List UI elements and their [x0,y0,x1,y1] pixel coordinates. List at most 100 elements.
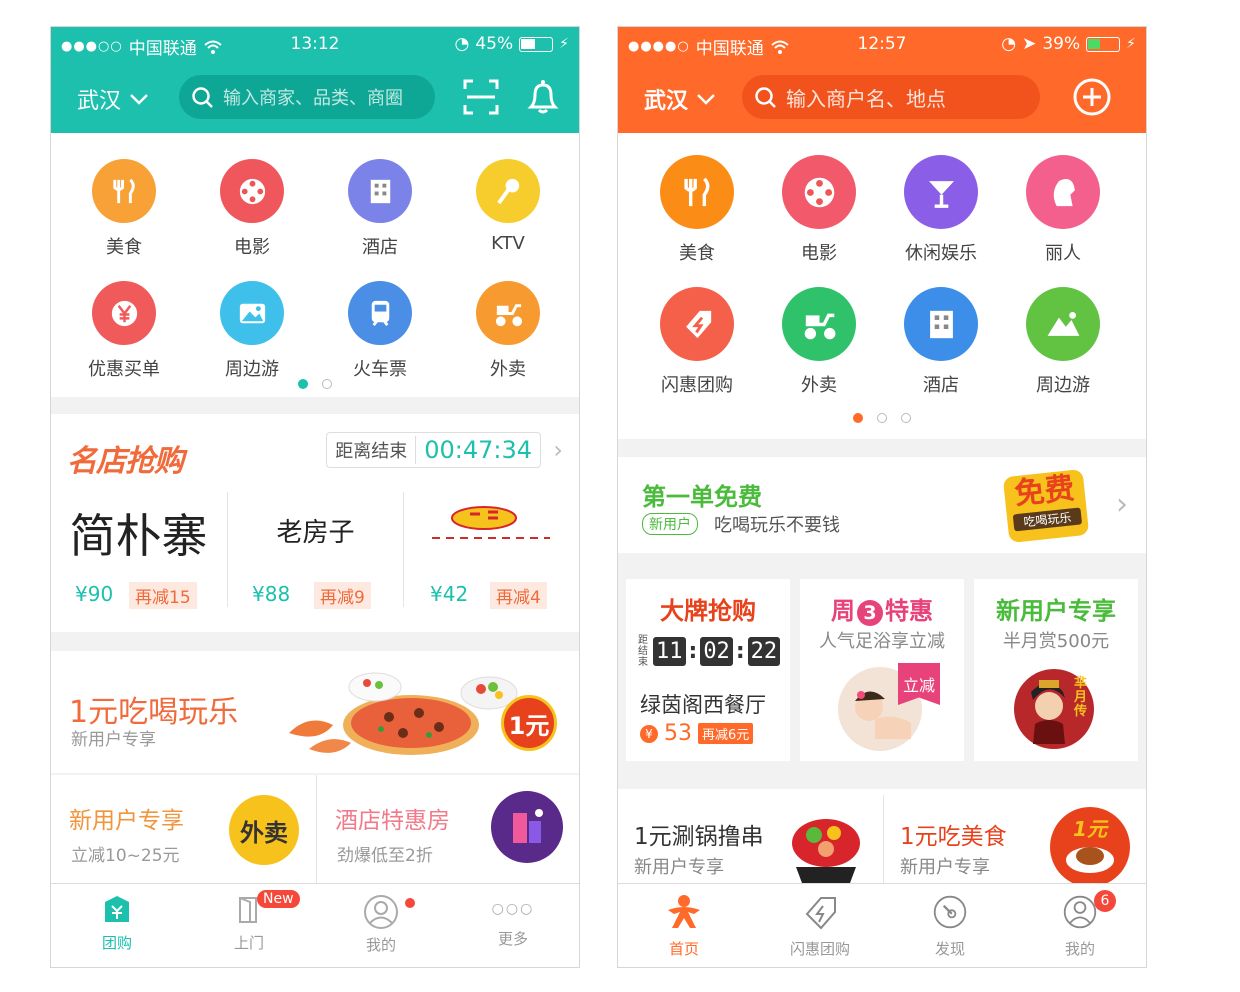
one-yuan-badge: 1元 [1073,817,1107,841]
countdown-label: 距结束 [638,635,648,668]
rotation-lock-icon: ◔ [454,34,470,54]
status-bar: ●●●●○ 中国联通 12:57 ◔ ➤ 39% ⚡ [618,27,1146,61]
tile-title-post: 特惠 [885,597,933,625]
phone-screen-meituan: ●●●○○ 中国联通 13:12 ◔ 45% ⚡ 武汉 输入商家、品类、商圈 美… [50,26,580,968]
chevron-right-icon[interactable]: › [1116,487,1128,522]
card-subtitle: 立减10~25元 [71,846,180,866]
shop-card-hotpot[interactable]: ¥42 再减4 [404,490,579,610]
microphone-icon [476,159,540,223]
one-yuan-promo[interactable]: 1元吃喝玩乐 新用户专享 1元 [51,651,579,773]
header: ●●●○○ 中国联通 13:12 ◔ 45% ⚡ 武汉 输入商家、品类、商圈 [51,27,579,133]
category-film-reel[interactable]: 电影 [759,155,879,265]
tab-flash-deals[interactable]: 闪惠团购 [754,894,886,959]
battery-percent: 39% [1042,34,1081,54]
category-scooter[interactable]: 外卖 [448,281,568,381]
search-input[interactable]: 输入商户名、地点 [742,75,1040,119]
drama-poster-image: 芈月传 [1014,669,1094,749]
category-hotel-building[interactable]: 酒店 [320,159,440,259]
more-icon: ○○○ [491,901,535,917]
user-icon [364,895,398,929]
tile-title: 新用户专享 [996,597,1116,625]
count-badge: 6 [1094,890,1116,912]
city-selector[interactable]: 武汉 [77,83,149,115]
card-title: 酒店特惠房 [335,808,450,834]
add-circle-icon[interactable] [1072,77,1112,117]
category-train[interactable]: 火车票 [320,281,440,381]
battery-icon [519,36,554,52]
hotpot-skewer-card[interactable]: 1元涮锅撸串 新用户专享 [618,789,882,885]
tab-label: 发现 [934,940,965,958]
deal-tiles-row: 大牌抢购 距结束 11 : 02 : 22 绿茵阁西餐厅 ¥ 53 再减6元 周… [626,579,1140,761]
city-label: 武汉 [77,89,122,114]
category-label: 外卖 [490,359,526,380]
category-yen[interactable]: 优惠买单 [64,281,184,381]
chevron-right-icon[interactable]: › [553,436,563,464]
free-art: 免费 吃喝玩乐 [1002,468,1090,544]
page-dot[interactable] [853,413,863,423]
tab-home[interactable]: 首页 [618,894,750,959]
tab-mine[interactable]: 我的 6 [1014,890,1146,959]
hotel-deal-card[interactable]: 酒店特惠房 劲爆低至2折 [317,775,579,885]
shop-name: 简朴寨 [69,509,208,563]
tab-discover[interactable]: 发现 [884,894,1016,959]
city-selector[interactable]: 武汉 [644,83,716,115]
category-label: 酒店 [923,375,959,396]
bell-icon[interactable] [523,77,563,117]
tab-home-service[interactable]: 上门 New [183,890,315,953]
card-title: 1元吃美食 [900,824,1007,850]
search-placeholder: 输入商户名、地点 [786,86,946,111]
brand-flash-tile[interactable]: 大牌抢购 距结束 11 : 02 : 22 绿茵阁西餐厅 ¥ 53 再减6元 [626,579,790,761]
wednesday-special-tile[interactable]: 周 3 特惠 人气足浴享立减 立减 [800,579,964,761]
banner-title: 第一单免费 [642,483,762,511]
category-label: KTV [491,233,525,254]
new-badge: New [257,890,300,908]
flash-sale-section[interactable]: 名店抢购 距离结束 00:47:34 › 简朴寨 ¥90 再减15 老房子 ¥8… [51,414,579,632]
page-dot[interactable] [322,379,332,389]
tile-title-number: 3 [857,600,883,626]
new-user-card[interactable]: 新用户专享 立减10~25元 外卖 [51,775,316,885]
page-dot[interactable] [901,413,911,423]
tile-title-pre: 周 [831,597,855,625]
category-film-reel[interactable]: 电影 [192,159,312,259]
hotel-building-icon [904,287,978,361]
category-label: 电影 [234,237,270,258]
category-mountain[interactable]: 周边游 [1003,287,1123,397]
chevron-down-icon [130,94,148,105]
tile-title: 周 3 特惠 [800,591,964,626]
shop-card-jianpuzhai[interactable]: 简朴寨 ¥90 再减15 [51,490,226,610]
shop-price: ¥90 [75,582,114,606]
category-cocktail[interactable]: 休闲娱乐 [881,155,1001,265]
hotel-building-icon [513,809,543,843]
promo-cards-row: 新用户专享 立减10~25元 外卖 酒店特惠房 劲爆低至2折 [51,775,579,885]
one-yuan-food-card[interactable]: 1元吃美食 新用户专享 1元 [884,789,1146,887]
category-scooter[interactable]: 外卖 [759,287,879,397]
category-fork-knife[interactable]: 美食 [637,155,757,265]
category-landscape[interactable]: 周边游 [192,281,312,381]
category-lightning-tag[interactable]: 闪惠团购 [637,287,757,397]
new-user-exclusive-tile[interactable]: 新用户专享 半月赏500元 芈月传 [974,579,1138,761]
tab-label: 我的 [365,936,396,954]
tab-tuangou[interactable]: 团购 [51,894,183,953]
countdown-hours: 11 [653,637,686,666]
category-woman-profile[interactable]: 丽人 [1003,155,1123,265]
page-dot[interactable] [877,413,887,423]
card-subtitle: 新用户专享 [900,857,990,878]
search-input[interactable]: 输入商家、品类、商圈 [179,75,435,119]
shop-price: ¥88 [252,582,291,606]
category-fork-knife[interactable]: 美食 [64,159,184,259]
first-order-free-banner[interactable]: 第一单免费 新用户 吃喝玩乐不要钱 免费 吃喝玩乐 › [618,457,1146,553]
train-icon [348,281,412,345]
dish [1076,847,1104,865]
price-row: ¥ 53 再减6元 [640,721,754,746]
tab-more[interactable]: ○○○ 更多 [447,894,579,949]
shop-price: ¥42 [430,582,469,606]
page-dot[interactable] [298,379,308,389]
shop-card-laofangzi[interactable]: 老房子 ¥88 再减9 [228,490,403,610]
category-grid: 美食 电影 休闲娱乐 丽人闪惠团购 外卖 酒店 周边游 [618,133,1146,439]
tab-mine[interactable]: 我的 [315,894,447,955]
scan-icon[interactable] [461,77,501,117]
category-microphone[interactable]: KTV [448,159,568,254]
category-hotel-building[interactable]: 酒店 [881,287,1001,397]
hotel-building-icon [348,159,412,223]
category-label: 美食 [679,243,715,264]
